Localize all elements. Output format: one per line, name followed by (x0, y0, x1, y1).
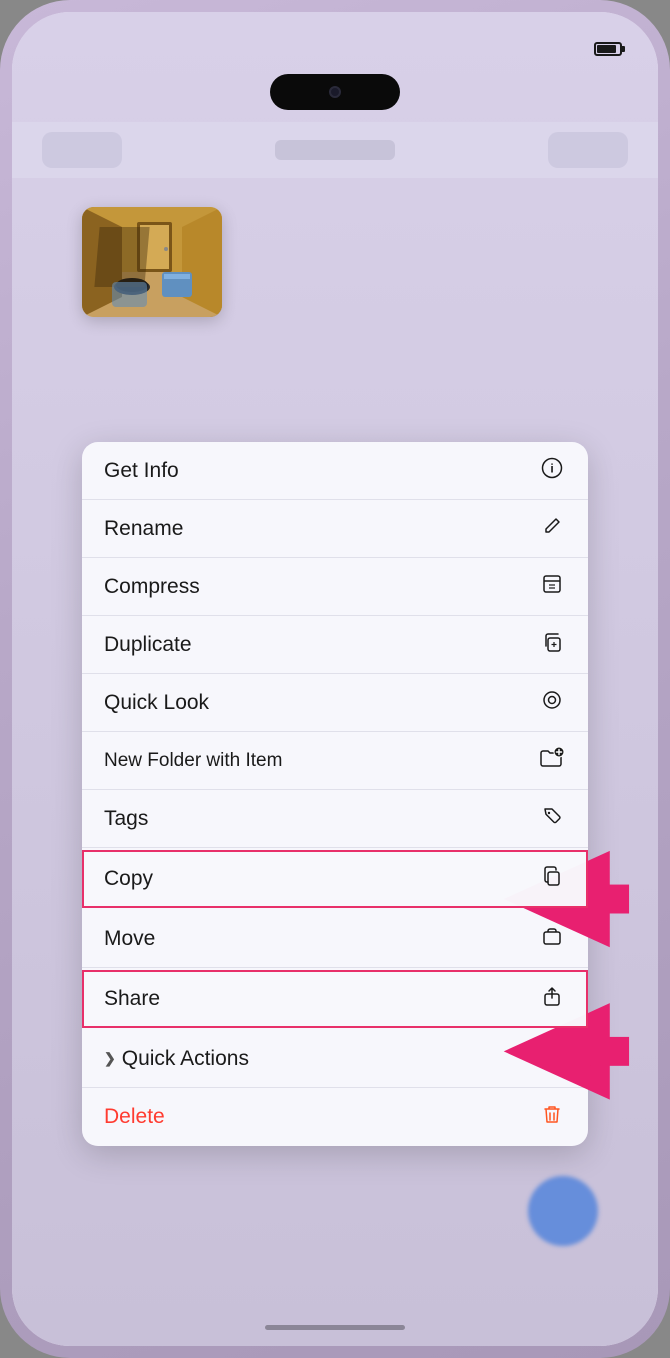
menu-label-duplicate: Duplicate (104, 633, 192, 657)
duplicate-icon (538, 631, 566, 659)
menu-item-quick-look[interactable]: Quick Look (82, 674, 588, 732)
menu-item-tags[interactable]: Tags (82, 790, 588, 848)
get-info-icon: i (538, 457, 566, 485)
quick-look-icon (538, 689, 566, 717)
home-indicator (265, 1325, 405, 1330)
dynamic-island (270, 74, 400, 110)
menu-item-duplicate[interactable]: Duplicate (82, 616, 588, 674)
menu-item-compress[interactable]: Compress (82, 558, 588, 616)
svg-text:i: i (550, 461, 553, 475)
menu-label-delete: Delete (104, 1105, 165, 1129)
menu-label-share: Share (104, 987, 160, 1011)
tags-icon (538, 805, 566, 833)
menu-label-get-info: Get Info (104, 459, 179, 483)
menu-item-share[interactable]: Share (82, 970, 588, 1028)
new-folder-icon (538, 747, 566, 775)
menu-label-copy: Copy (104, 867, 153, 891)
nav-back-button[interactable] (42, 132, 122, 168)
file-thumbnail (82, 207, 222, 317)
front-camera (329, 86, 341, 98)
menu-item-rename[interactable]: Rename (82, 500, 588, 558)
menu-label-compress: Compress (104, 575, 200, 599)
menu-item-new-folder[interactable]: New Folder with Item (82, 732, 588, 790)
menu-item-get-info[interactable]: Get Info i (82, 442, 588, 500)
move-icon (538, 925, 566, 953)
context-menu: Get Info i Rename Comp (82, 442, 588, 1146)
menu-label-quick-look: Quick Look (104, 691, 209, 715)
phone-frame: 2:27 ⊡ 📶 (0, 0, 670, 1358)
nav-title (275, 140, 395, 160)
menu-label-quick-actions: ❯ Quick Actions (104, 1047, 249, 1071)
quick-actions-icon (538, 1045, 566, 1073)
screen: 2:27 ⊡ 📶 (12, 12, 658, 1346)
copy-icon (538, 865, 566, 893)
menu-item-delete[interactable]: Delete (82, 1088, 588, 1146)
menu-item-move[interactable]: Move (82, 910, 588, 968)
share-icon (538, 985, 566, 1013)
menu-label-move: Move (104, 927, 155, 951)
menu-label-new-folder: New Folder with Item (104, 750, 282, 772)
compress-icon (538, 573, 566, 601)
background-circle (528, 1176, 598, 1246)
expand-chevron-icon: ❯ (104, 1050, 116, 1067)
nav-action-button[interactable] (548, 132, 628, 168)
menu-label-tags: Tags (104, 807, 148, 831)
battery-icon (594, 42, 622, 56)
rename-icon (538, 515, 566, 543)
nav-bar (12, 122, 658, 178)
menu-item-quick-actions[interactable]: ❯ Quick Actions (82, 1030, 588, 1088)
menu-item-copy[interactable]: Copy (82, 850, 588, 908)
delete-icon (538, 1103, 566, 1131)
thumbnail-image (82, 207, 222, 317)
menu-label-rename: Rename (104, 517, 183, 541)
